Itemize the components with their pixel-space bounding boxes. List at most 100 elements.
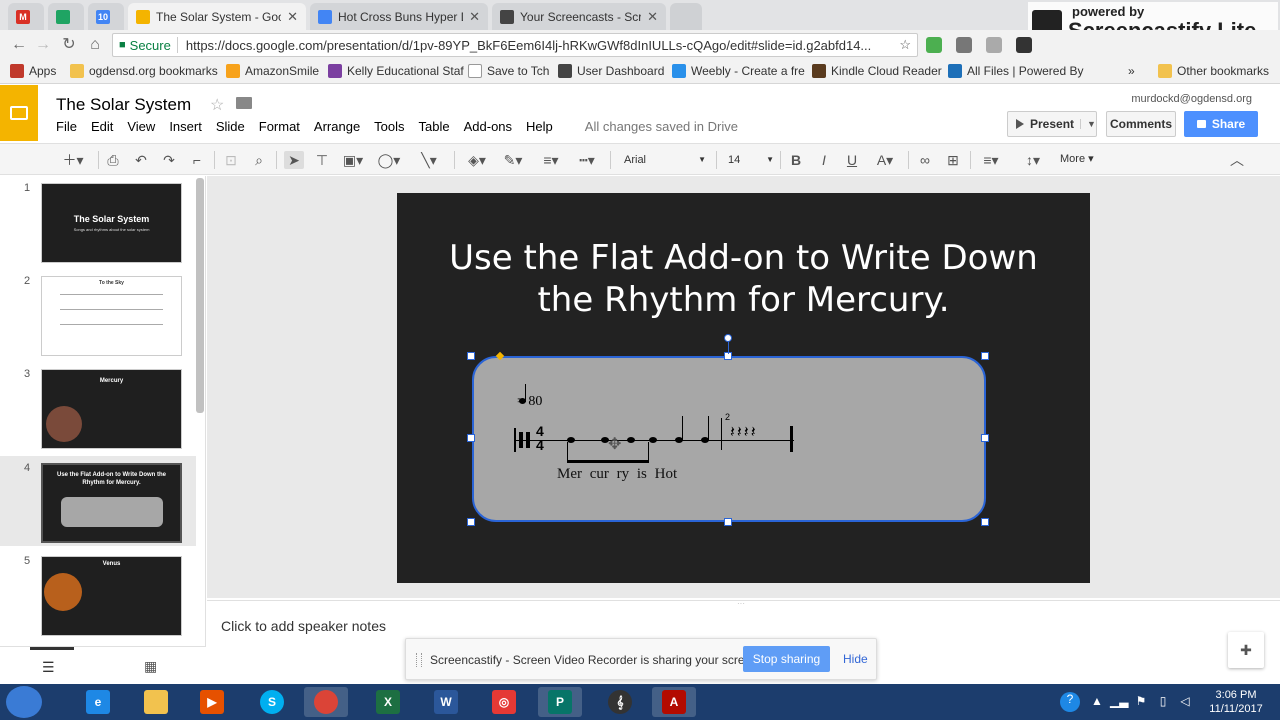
show-hidden-icons[interactable]: ▲: [1090, 694, 1104, 708]
slide-thumbnail-selected[interactable]: 4 Use the Flat Add-on to Write Down the …: [0, 456, 196, 546]
taskbar-publisher[interactable]: P: [538, 687, 582, 717]
user-account[interactable]: murdockd@ogdensd.org: [1131, 93, 1252, 105]
line-icon[interactable]: ╲▾: [414, 151, 444, 169]
bookmark-weebly[interactable]: Weebly - Create a fre: [672, 64, 805, 78]
italic-icon[interactable]: I: [816, 151, 832, 169]
start-button[interactable]: [6, 686, 42, 718]
comments-button[interactable]: Comments: [1106, 111, 1176, 137]
close-icon[interactable]: ✕: [287, 9, 298, 25]
bookmark-save-to-tch[interactable]: Save to Tch: [468, 64, 549, 78]
menu-format[interactable]: Format: [259, 119, 300, 134]
filmstrip-scrollbar[interactable]: [196, 178, 204, 413]
text-color-icon[interactable]: A▾: [870, 151, 900, 169]
slide-title[interactable]: Use the Flat Add-on to Write Down the Rh…: [397, 237, 1090, 321]
resize-handle[interactable]: [467, 352, 475, 360]
bookmark-kindle[interactable]: Kindle Cloud Reader: [812, 64, 942, 78]
new-slide-icon[interactable]: ＋▾: [60, 151, 86, 169]
bookmark-amazonsmile[interactable]: AmazonSmile: [226, 64, 319, 78]
tab-drive[interactable]: [48, 3, 84, 30]
other-bookmarks[interactable]: Other bookmarks: [1158, 64, 1269, 78]
undo-icon[interactable]: ↶: [132, 151, 150, 169]
help-icon[interactable]: ?: [1060, 692, 1080, 712]
reload-icon[interactable]: ↻: [60, 36, 78, 54]
slide-thumbnail[interactable]: 3 Mercury: [0, 362, 196, 452]
taskbar-excel[interactable]: X: [366, 687, 410, 717]
select-cursor-icon[interactable]: ➤: [284, 151, 304, 169]
menu-insert[interactable]: Insert: [169, 119, 202, 134]
resize-handle[interactable]: [724, 518, 732, 526]
taskbar-skype[interactable]: S: [250, 687, 294, 717]
slide-thumbnail[interactable]: 5 Venus: [0, 549, 196, 639]
more-button[interactable]: More ▾: [1060, 152, 1094, 165]
menu-table[interactable]: Table: [419, 119, 450, 134]
taskbar-chrome[interactable]: [304, 687, 348, 717]
extension-icon[interactable]: [956, 37, 972, 53]
menu-slide[interactable]: Slide: [216, 119, 245, 134]
taskbar-internet-explorer[interactable]: e: [76, 687, 120, 717]
print-icon[interactable]: ⎙: [104, 151, 122, 169]
zoom-icon[interactable]: ⌕: [250, 151, 268, 169]
extension-icon[interactable]: [926, 37, 942, 53]
image-icon[interactable]: ▣▾: [340, 151, 366, 169]
border-color-icon[interactable]: ✎▾: [498, 151, 528, 169]
hide-button[interactable]: Hide: [843, 652, 868, 666]
resize-handle[interactable]: [467, 518, 475, 526]
star-icon[interactable]: ☆: [210, 95, 224, 115]
home-icon[interactable]: ⌂: [86, 36, 104, 54]
menu-add-ons[interactable]: Add-ons: [464, 119, 512, 134]
border-weight-icon[interactable]: ≡▾: [536, 151, 566, 169]
bookmark-user-dashboard[interactable]: User Dashboard: [558, 64, 664, 78]
bookmarks-overflow-button[interactable]: »: [1128, 64, 1135, 78]
menu-tools[interactable]: Tools: [374, 119, 404, 134]
extension-icon[interactable]: [986, 37, 1002, 53]
tab-gmail[interactable]: M: [8, 3, 44, 30]
border-dash-icon[interactable]: ┅▾: [572, 151, 602, 169]
font-size-select[interactable]: 14 ▼: [724, 150, 774, 170]
grid-view-icon[interactable]: ▦: [144, 658, 157, 675]
tab-slides[interactable]: The Solar System - Goog ✕: [128, 3, 306, 30]
redo-icon[interactable]: ↷: [160, 151, 178, 169]
forward-icon[interactable]: →: [34, 36, 52, 54]
taskbar-word[interactable]: W: [424, 687, 468, 717]
resize-grip-icon[interactable]: ···: [737, 599, 745, 608]
taskbar-app[interactable]: ◎: [482, 687, 526, 717]
tab-docs[interactable]: Hot Cross Buns Hyper Do ✕: [310, 3, 488, 30]
fit-icon[interactable]: ⊡: [222, 151, 240, 169]
address-bar[interactable]: ■ Secure https://docs.google.com/present…: [112, 33, 918, 57]
paint-format-icon[interactable]: ⌐: [188, 151, 206, 169]
flag-icon[interactable]: ⚑: [1134, 694, 1148, 708]
bookmark-folder[interactable]: ogdensd.org bookmarks: [70, 64, 218, 78]
collapse-icon[interactable]: ︿: [1228, 151, 1246, 169]
share-button[interactable]: Share: [1184, 111, 1258, 137]
stop-sharing-button[interactable]: Stop sharing: [743, 646, 830, 672]
chevron-down-icon[interactable]: ▼: [1080, 119, 1102, 129]
close-icon[interactable]: ✕: [647, 9, 658, 25]
slide-thumbnail[interactable]: 2 To the Sky: [0, 269, 196, 359]
font-select[interactable]: Arial ▼: [618, 150, 706, 170]
align-icon[interactable]: ≡▾: [976, 151, 1006, 169]
slides-logo-icon[interactable]: [0, 85, 38, 141]
fill-color-icon[interactable]: ◈▾: [462, 151, 492, 169]
drag-grip-icon[interactable]: [416, 653, 422, 667]
resize-handle[interactable]: [467, 434, 475, 442]
bold-icon[interactable]: B: [788, 151, 804, 169]
resize-handle[interactable]: [981, 518, 989, 526]
bookmark-kelly[interactable]: Kelly Educational Staf: [328, 64, 464, 78]
shape-icon[interactable]: ◯▾: [374, 151, 404, 169]
list-view-icon[interactable]: ☰: [42, 659, 55, 676]
bookmark-box[interactable]: All Files | Powered By: [948, 64, 1084, 78]
music-notation-image[interactable]: = 80 2 4 4 𝄽𝄽𝄽𝄽 Mer cur ry is Hot ✥: [472, 356, 986, 522]
network-icon[interactable]: ▁▃: [1110, 694, 1128, 708]
explore-button[interactable]: ✚: [1228, 632, 1264, 668]
folder-icon[interactable]: [236, 97, 252, 109]
add-comment-icon[interactable]: ⊞: [944, 151, 962, 169]
menu-arrange[interactable]: Arrange: [314, 119, 360, 134]
menu-file[interactable]: File: [56, 119, 77, 134]
menu-edit[interactable]: Edit: [91, 119, 113, 134]
resize-handle[interactable]: [981, 352, 989, 360]
new-tab-button[interactable]: [670, 3, 702, 30]
system-clock[interactable]: 3:06 PM 11/11/2017: [1196, 688, 1276, 716]
bookmark-apps[interactable]: Apps: [10, 64, 56, 78]
link-icon[interactable]: ∞: [916, 151, 934, 169]
volume-icon[interactable]: ◁: [1178, 694, 1192, 708]
